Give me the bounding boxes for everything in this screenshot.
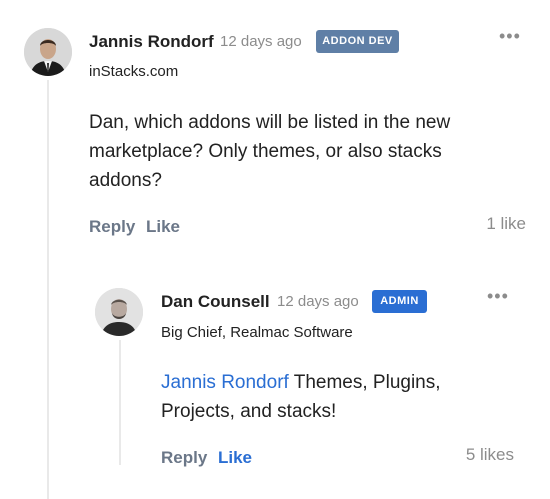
reply-body-text: Themes, Plugins,: [288, 372, 441, 393]
avatar-jannis-image: [24, 28, 72, 76]
admin-badge: ADMIN: [372, 290, 427, 313]
more-horizontal-icon[interactable]: •••: [487, 286, 509, 307]
reply-body-line-2: Projects, and stacks!: [161, 401, 337, 422]
post-body-line-1: Dan, which addons will be listed in the …: [89, 112, 451, 133]
post-body-line-2: marketplace? Only themes, or also stacks: [89, 141, 442, 162]
reply-like-button[interactable]: Like: [218, 448, 252, 468]
post-like-button[interactable]: Like: [146, 217, 180, 237]
post-thread-line: [47, 80, 49, 499]
reply-likes-count[interactable]: 5 likes: [428, 445, 514, 465]
avatar-dan[interactable]: [95, 288, 143, 336]
mention-link[interactable]: Jannis Rondorf: [161, 372, 289, 393]
reply-author-name[interactable]: Dan Counsell: [161, 292, 270, 312]
avatar-dan-image: [95, 288, 143, 336]
more-horizontal-icon[interactable]: •••: [499, 26, 521, 47]
avatar-jannis[interactable]: [24, 28, 72, 76]
reply-user-title: Big Chief, Realmac Software: [161, 324, 353, 341]
reply-thread-line: [119, 340, 121, 465]
post-reply-button[interactable]: Reply: [89, 217, 135, 237]
post-timestamp[interactable]: 12 days ago: [220, 33, 302, 50]
addon-dev-badge: ADDON DEV: [316, 30, 399, 53]
post-likes-count[interactable]: 1 like: [440, 214, 526, 234]
post-author-name[interactable]: Jannis Rondorf: [89, 32, 214, 52]
reply-reply-button[interactable]: Reply: [161, 448, 207, 468]
post-user-title: inStacks.com: [89, 63, 179, 80]
post-body-line-3: addons?: [89, 170, 162, 191]
reply-timestamp[interactable]: 12 days ago: [277, 293, 359, 310]
reply-body-line-1: Jannis Rondorf Themes, Plugins,: [161, 369, 441, 397]
